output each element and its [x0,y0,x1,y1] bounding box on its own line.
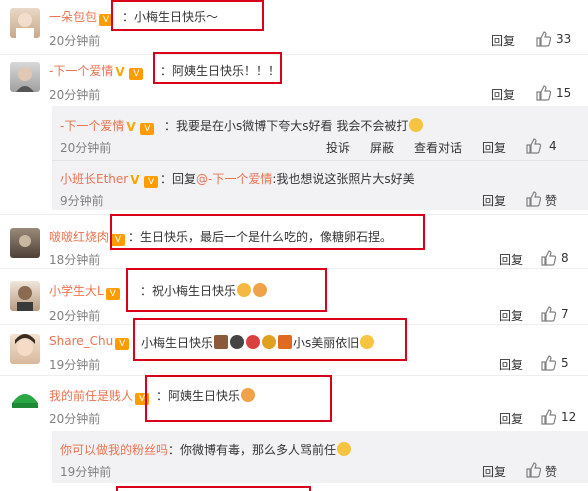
highlight-box [145,375,332,422]
divider [52,160,588,161]
divider [0,54,588,55]
thumbs-up-icon[interactable] [525,462,541,478]
highlight-box [126,268,327,312]
avatar[interactable] [10,334,40,364]
reply-button[interactable]: 回复 [499,410,523,427]
thumbs-up-icon[interactable] [535,85,551,101]
like-count: 8 [561,251,569,265]
reply-button[interactable]: 回复 [482,139,506,156]
reply-time: 19分钟前 [60,465,112,479]
comment-time: 19分钟前 [49,358,101,372]
comment-time: 20分钟前 [49,34,101,48]
level-badge-icon: V [140,123,155,135]
level-badge-icon: V [129,68,144,80]
highlight-box [153,52,282,84]
reply-button[interactable]: 回复 [499,307,523,324]
reply-text: ：我要是在小s微博下夸大s好看 我会不会被打 [164,117,424,134]
highlight-box [111,0,264,31]
highlight-box [133,318,407,361]
thumbs-up-icon[interactable] [525,191,541,207]
level-badge-icon: V [144,176,159,188]
emoji-icon [337,442,352,456]
reply-text: ：你微博有毒，那么多人骂前任 [168,441,352,458]
mention-link[interactable]: @-下一个爱情 [196,172,272,186]
thumbs-up-icon[interactable] [540,409,556,425]
view-conversation-button[interactable]: 查看对话 [414,139,462,156]
verified-icon: V [115,65,125,79]
verified-icon: V [130,173,140,187]
comment-author[interactable]: 我的前任是贱人 V [49,387,150,405]
verified-icon: V [126,120,136,134]
reply-button[interactable]: 回复 [499,251,523,268]
thumbs-up-icon[interactable] [540,250,556,266]
level-badge-icon: V [105,288,120,300]
reply-button[interactable]: 回复 [482,192,506,209]
avatar[interactable] [10,62,40,92]
comment-author[interactable]: -下一个爱情 V V [49,62,144,80]
thumbs-up-icon[interactable] [540,355,556,371]
like-count: 33 [556,32,572,46]
reply-time: 9分钟前 [60,194,104,208]
avatar[interactable] [10,228,40,258]
reply-button[interactable]: 回复 [491,32,515,49]
comment-time: 20分钟前 [49,88,101,102]
thumbs-up-icon[interactable] [540,306,556,322]
like-count: 15 [556,86,572,100]
report-button[interactable]: 投诉 [326,139,350,156]
reply-text: ：回复@-下一个爱情:我也想说这张照片大s好美 [160,172,415,186]
block-button[interactable]: 屏蔽 [370,139,394,156]
comment-time: 20分钟前 [49,412,101,426]
like-count: 4 [549,139,557,153]
like-text: 赞 [545,194,558,208]
avatar[interactable] [10,385,40,415]
thumbs-up-icon[interactable] [535,31,551,47]
thumbs-up-icon[interactable] [525,138,541,154]
comment-time: 20分钟前 [49,309,101,323]
like-count: 7 [561,307,569,321]
like-text: 赞 [545,465,558,479]
emoji-icon [409,118,424,132]
avatar[interactable] [10,281,40,311]
comment-author[interactable]: Share_Chu V [49,334,130,350]
reply-author[interactable]: -下一个爱情 V V [60,117,155,135]
like-count: 5 [561,356,569,370]
reply-time: 20分钟前 [60,141,112,155]
reply-author[interactable]: 小班长Ether V V [60,170,159,188]
highlight-box [116,486,311,491]
comment-author[interactable]: 一朵包包 V [49,8,114,26]
reply-button[interactable]: 回复 [491,86,515,103]
comment-author[interactable]: 小学生大L V [49,282,120,300]
comment-time: 18分钟前 [49,253,101,267]
like-count: 12 [561,410,577,424]
reply-button[interactable]: 回复 [482,463,506,480]
reply-button[interactable]: 回复 [499,356,523,373]
reply-author[interactable]: 你可以做我的粉丝吗 [60,441,168,458]
level-badge-icon: V [115,338,130,350]
avatar[interactable] [10,8,40,38]
highlight-box [110,214,425,250]
